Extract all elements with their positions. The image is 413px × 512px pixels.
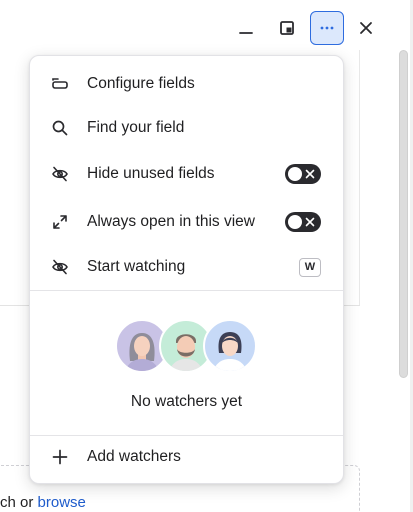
menu-item-label: Always open in this view — [87, 213, 255, 230]
drop-zone-prefix: ch or — [0, 494, 34, 511]
panel-icon — [280, 21, 294, 35]
toggle-off-icon — [303, 215, 317, 229]
menu-item-configure-fields[interactable]: Configure fields — [30, 62, 343, 106]
menu-item-always-open[interactable]: Always open in this view — [30, 200, 343, 244]
minimize-icon — [239, 32, 253, 34]
menu-item-label: Configure fields — [87, 75, 195, 92]
menu-item-add-watchers[interactable]: Add watchers — [30, 435, 343, 479]
browse-link[interactable]: browse — [38, 494, 86, 511]
scrollbar[interactable] — [399, 50, 408, 378]
configure-fields-icon — [50, 74, 70, 94]
minimize-button[interactable] — [229, 11, 263, 45]
toggle-knob — [288, 215, 302, 229]
more-horizontal-icon — [320, 26, 334, 30]
more-options-menu: Configure fields Find your field Hide un… — [29, 55, 344, 484]
toggle-knob — [288, 167, 302, 181]
eye-off-icon — [50, 164, 70, 184]
close-button[interactable] — [349, 11, 383, 45]
keyboard-shortcut: W — [299, 257, 321, 277]
menu-item-label: Add watchers — [87, 448, 181, 465]
no-watchers-text: No watchers yet — [130, 393, 243, 410]
screen: ch or browse Configure fields Find your … — [0, 0, 413, 512]
menu-separator — [30, 290, 343, 291]
plus-icon — [50, 447, 70, 467]
menu-item-hide-unused-fields[interactable]: Hide unused fields — [30, 152, 343, 196]
panel-divider-vertical — [359, 50, 360, 306]
menu-item-label: Start watching — [87, 258, 186, 275]
search-icon — [50, 118, 70, 138]
hide-unused-fields-toggle[interactable] — [285, 164, 321, 184]
drop-zone-text: ch or browse — [0, 494, 86, 511]
avatar — [203, 319, 257, 373]
expand-icon — [50, 212, 70, 232]
menu-item-find-field[interactable]: Find your field — [30, 106, 343, 150]
menu-item-label: Find your field — [87, 119, 185, 136]
panel-toggle-button[interactable] — [270, 11, 304, 45]
eye-off-icon — [50, 257, 70, 277]
more-options-button[interactable] — [310, 11, 344, 45]
close-icon — [360, 22, 372, 34]
always-open-toggle[interactable] — [285, 212, 321, 232]
menu-item-label: Hide unused fields — [87, 165, 215, 182]
toggle-off-icon — [303, 167, 317, 181]
menu-item-start-watching[interactable]: Start watching W — [30, 245, 343, 289]
watchers-avatar-group — [115, 319, 260, 375]
